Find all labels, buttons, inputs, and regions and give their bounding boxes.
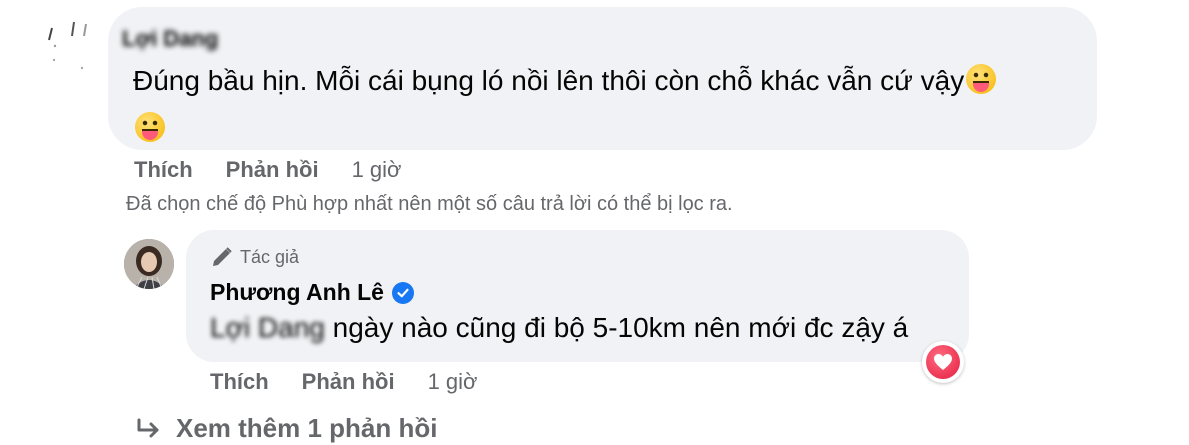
filter-notice: Đã chọn chế độ Phù hợp nhất nên một số c…	[126, 193, 733, 215]
author-badge: Tác giả	[210, 245, 299, 269]
like-button[interactable]: Thích	[134, 157, 193, 183]
reply-body: ngày nào cũng đi bộ 5-10km nên mới đc zậ…	[324, 312, 909, 343]
pencil-icon	[213, 247, 232, 266]
verified-badge-icon	[391, 281, 414, 304]
reply-author-avatar[interactable]	[124, 239, 174, 289]
comment-text: Đúng bầu hịn. Mỗi cái bụng ló nồi lên th…	[133, 57, 1073, 153]
view-more-replies-button[interactable]: Xem thêm 1 phản hồi	[136, 413, 438, 444]
reply-author: Phương Anh Lê	[210, 279, 414, 306]
view-more-replies-label: Xem thêm 1 phản hồi	[176, 413, 438, 443]
reply-text: Lợi Dang ngày nào cũng đi bộ 5-10km nên …	[210, 312, 908, 344]
commenter-avatar[interactable]	[46, 10, 94, 74]
comment-timestamp[interactable]: 1 giờ	[352, 157, 402, 183]
reply-mention[interactable]: Lợi Dang	[210, 312, 325, 343]
reply-button[interactable]: Phản hồi	[226, 157, 319, 183]
tongue-emoji-icon	[966, 64, 997, 94]
heart-icon	[934, 354, 952, 370]
reply-arrow-icon	[137, 418, 159, 437]
author-badge-label: Tác giả	[240, 246, 300, 267]
reply-reply-button[interactable]: Phản hồi	[302, 369, 395, 395]
reply-actions: Thích Phản hồi 1 giờ	[210, 369, 477, 395]
tongue-emoji-icon	[135, 112, 165, 142]
reply-timestamp[interactable]: 1 giờ	[428, 369, 478, 395]
comment-author-name[interactable]: Lợi Dang	[122, 26, 218, 52]
heart-reaction-badge[interactable]	[922, 341, 964, 383]
comment-body: Đúng bầu hịn. Mỗi cái bụng ló nồi lên th…	[133, 65, 965, 96]
reply-like-button[interactable]: Thích	[210, 369, 269, 395]
comment-actions: Thích Phản hồi 1 giờ	[134, 157, 401, 183]
reply-author-name[interactable]: Phương Anh Lê	[210, 279, 384, 306]
avatar-photo	[124, 239, 174, 289]
